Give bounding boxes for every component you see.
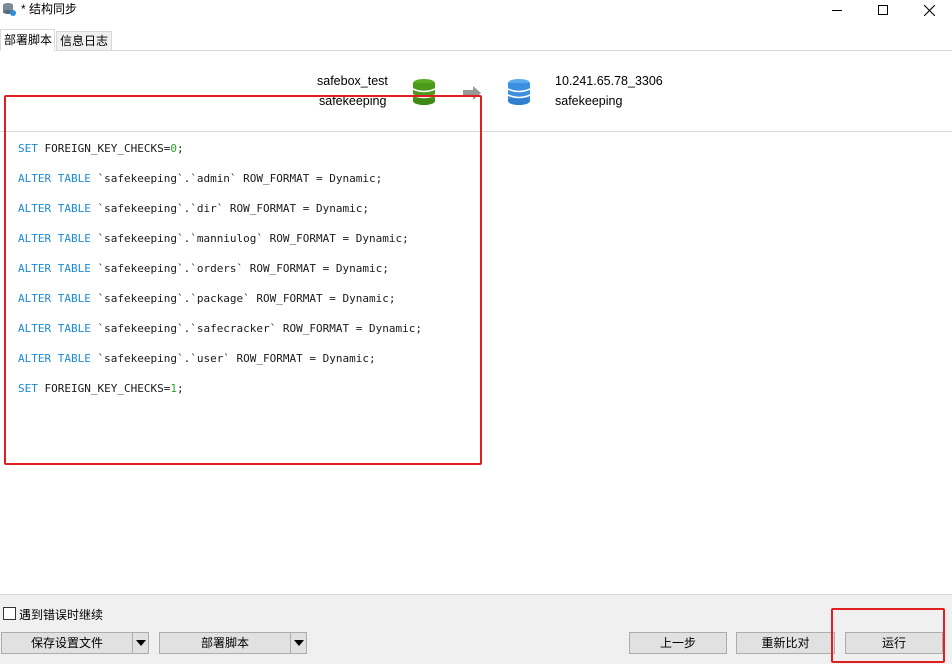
dropdown-arrow-icon [135,640,146,646]
sql-editor[interactable]: SET FOREIGN_KEY_CHECKS=0; ALTER TABLE `s… [0,132,952,594]
title-bar: * 结构同步 [0,0,952,20]
arrow-right-icon [463,86,481,100]
continue-on-error-label: 遇到错误时继续 [19,608,104,622]
code-line: SET FOREIGN_KEY_CHECKS=1; [18,382,184,395]
previous-button[interactable]: 上一步 [629,632,727,654]
db-sync-icon [3,3,16,16]
target-database: safekeeping [555,94,623,108]
code-line: ALTER TABLE `safekeeping`.`user` ROW_FOR… [18,352,376,365]
window-title: * 结构同步 [21,2,78,16]
source-database: safekeeping [319,94,387,108]
source-connection: safebox_test [317,74,388,88]
maximize-icon [878,5,888,15]
minimize-button[interactable] [814,0,860,20]
code-line: ALTER TABLE `safekeeping`.`orders` ROW_F… [18,262,389,275]
save-profile-button[interactable]: 保存设置文件 [1,632,149,654]
dropdown-arrow-icon [293,640,304,646]
minimize-icon [832,9,842,11]
tab-info-log[interactable]: 信息日志 [56,31,112,51]
code-line: ALTER TABLE `safekeeping`.`manniulog` RO… [18,232,409,245]
close-icon [923,4,935,16]
code-line: ALTER TABLE `safekeeping`.`admin` ROW_FO… [18,172,383,185]
close-button[interactable] [906,0,952,20]
save-profile-dropdown[interactable] [132,633,148,653]
code-line: SET FOREIGN_KEY_CHECKS=0; [18,142,184,155]
continue-on-error-checkbox[interactable] [3,607,16,620]
target-database-icon [507,79,531,105]
tab-strip: 部署脚本 信息日志 [0,29,952,51]
code-line: ALTER TABLE `safekeeping`.`dir` ROW_FORM… [18,202,370,215]
save-profile-label: 保存设置文件 [30,636,103,650]
tab-deploy-script[interactable]: 部署脚本 [0,29,55,51]
run-button[interactable]: 运行 [845,632,943,654]
source-database-icon [412,79,436,105]
deploy-script-label: 部署脚本 [200,636,249,650]
deploy-script-dropdown[interactable] [290,633,306,653]
recompare-button[interactable]: 重新比对 [736,632,835,654]
code-line: ALTER TABLE `safekeeping`.`safecracker` … [18,322,422,335]
code-line: ALTER TABLE `safekeeping`.`package` ROW_… [18,292,396,305]
maximize-button[interactable] [860,0,906,20]
target-connection: 10.241.65.78_3306 [555,74,663,88]
deploy-script-button[interactable]: 部署脚本 [159,632,307,654]
